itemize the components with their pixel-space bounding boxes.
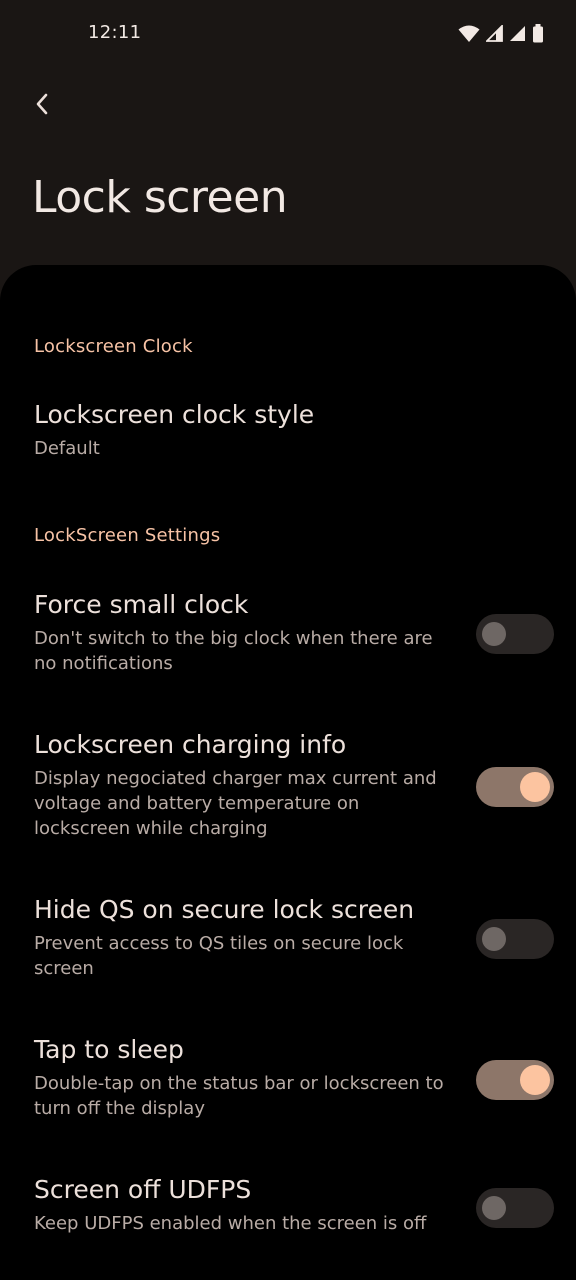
toggle-thumb: [520, 1065, 550, 1095]
force-small-clock-toggle[interactable]: [476, 614, 554, 654]
status-time: 12:11: [88, 22, 142, 43]
tap-to-sleep-toggle[interactable]: [476, 1060, 554, 1100]
pref-title: Force small clock: [34, 590, 249, 619]
pref-lockscreen-clock-style[interactable]: Lockscreen clock style Default: [0, 400, 576, 478]
toggle-thumb: [482, 927, 506, 951]
pref-title: Lockscreen clock style: [34, 400, 315, 429]
pref-title: Screen off UDFPS: [34, 1175, 252, 1204]
section-header-lockscreen-settings: LockScreen Settings: [34, 525, 221, 546]
pref-summary: Keep UDFPS enabled when the screen is of…: [34, 1213, 427, 1234]
pref-summary: Display negociated charger max current a…: [34, 768, 437, 839]
back-button[interactable]: [22, 86, 62, 126]
screen-off-udfps-toggle[interactable]: [476, 1188, 554, 1228]
pref-title: Lockscreen charging info: [34, 730, 347, 759]
pref-summary: Don't switch to the big clock when there…: [34, 628, 433, 674]
hide-qs-secure-lock-toggle[interactable]: [476, 919, 554, 959]
section-header-lockscreen-clock: Lockscreen Clock: [34, 336, 193, 357]
toggle-thumb: [482, 1196, 506, 1220]
wifi-icon: [458, 25, 480, 43]
signal-icon: [509, 25, 526, 42]
status-icons: [458, 24, 544, 43]
lockscreen-charging-info-toggle[interactable]: [476, 767, 554, 807]
pref-title: Tap to sleep: [34, 1035, 184, 1064]
page-title: Lock screen: [32, 172, 288, 223]
pref-title: Hide QS on secure lock screen: [34, 895, 415, 924]
toggle-thumb: [482, 622, 506, 646]
pref-summary: Prevent access to QS tiles on secure loc…: [34, 933, 404, 979]
status-bar: 12:11: [0, 0, 576, 70]
chevron-left-icon: [35, 93, 49, 119]
pref-summary: Double-tap on the status bar or lockscre…: [34, 1073, 444, 1119]
battery-icon: [532, 24, 544, 43]
toggle-thumb: [520, 772, 550, 802]
pref-summary: Default: [34, 438, 100, 459]
signal-icon: [486, 25, 503, 42]
